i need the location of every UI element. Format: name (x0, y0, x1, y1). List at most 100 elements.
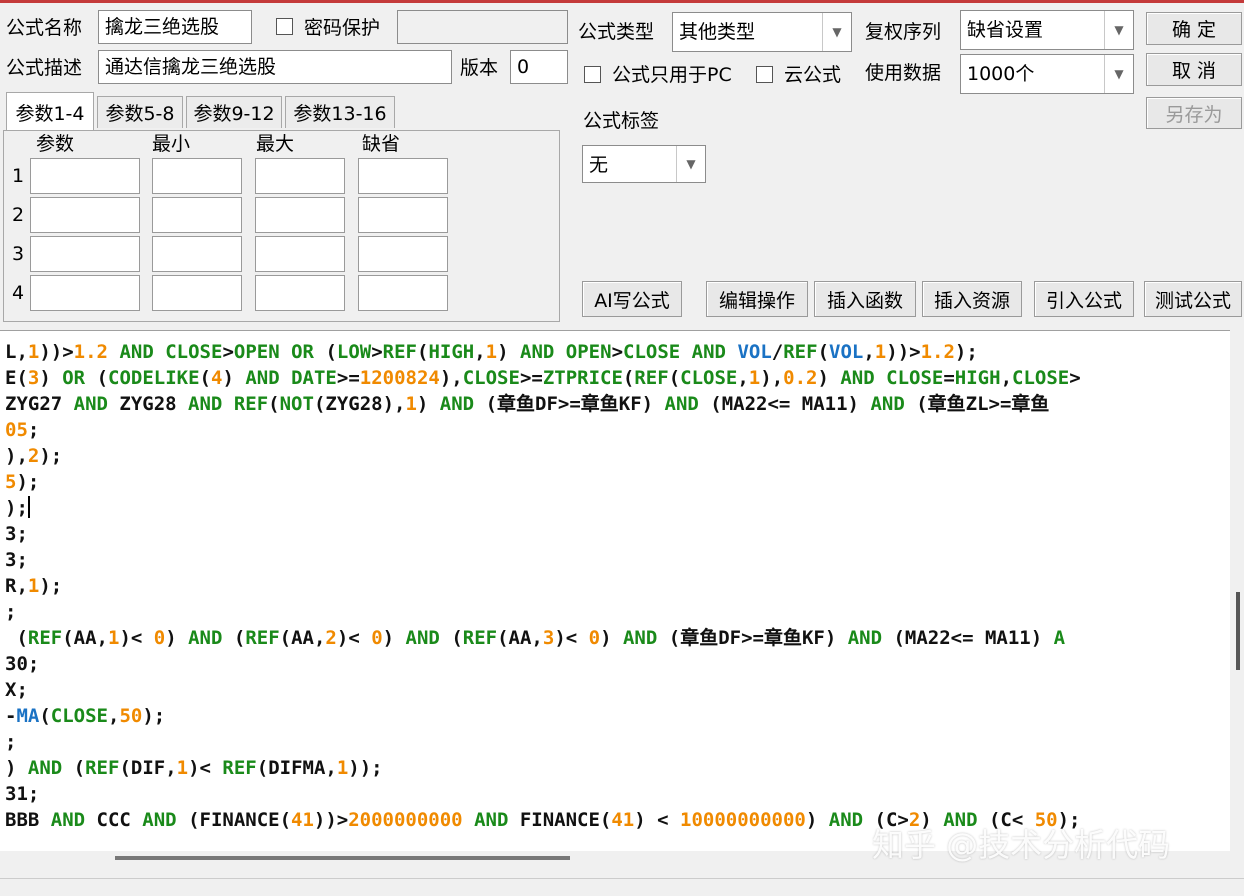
param-input-cell[interactable] (358, 275, 448, 311)
formula-type-select[interactable]: 其他类型 ▼ (672, 12, 852, 52)
param-input-cell[interactable] (358, 236, 448, 272)
param-input-cell[interactable] (30, 158, 140, 194)
version-input[interactable]: 0 (510, 50, 568, 84)
code-token: VOL (737, 341, 772, 363)
param-input-cell[interactable] (358, 197, 448, 233)
code-line[interactable]: 31; (5, 781, 1081, 807)
param-input-cell[interactable] (152, 197, 242, 233)
insert-resource-button[interactable]: 插入资源 (922, 281, 1022, 317)
code-line[interactable]: 05; (5, 417, 1081, 443)
code-token: > (1069, 367, 1081, 389)
import-formula-button[interactable]: 引入公式 (1034, 281, 1134, 317)
code-token: ( (268, 393, 280, 415)
param-input-cell[interactable] (358, 158, 448, 194)
code-line[interactable]: R,1); (5, 573, 1081, 599)
param-input-cell[interactable] (30, 275, 140, 311)
insert-function-button[interactable]: 插入函数 (814, 281, 916, 317)
code-token: ( (417, 341, 429, 363)
param-input-cell[interactable] (255, 236, 345, 272)
code-line[interactable]: 30; (5, 651, 1081, 677)
code-token: ) (39, 367, 63, 389)
code-token: REF (245, 627, 280, 649)
param-input-cell[interactable] (30, 236, 140, 272)
code-token: , (108, 705, 120, 727)
code-line[interactable]: ; (5, 599, 1081, 625)
code-token: FINANCE( (508, 809, 612, 831)
code-token: 1 (748, 367, 761, 389)
code-line[interactable]: (REF(AA,1)< 0) AND (REF(AA,2)< 0) AND (R… (5, 625, 1081, 651)
code-line[interactable]: ; (5, 729, 1081, 755)
param-input-cell[interactable] (255, 275, 345, 311)
code-line[interactable]: X; (5, 677, 1081, 703)
horizontal-scrollbar-thumb[interactable] (115, 856, 570, 860)
code-token: )< (554, 627, 589, 649)
code-line[interactable]: 3; (5, 521, 1081, 547)
code-token: ZYG28 (107, 393, 189, 415)
tab-params-13-16[interactable]: 参数13-16 (285, 96, 395, 128)
chevron-down-icon[interactable]: ▼ (676, 146, 705, 182)
param-input-cell[interactable] (152, 236, 242, 272)
cloud-formula-checkbox[interactable] (756, 66, 773, 83)
code-token: 2000000000 (348, 809, 463, 831)
password-protect-checkbox[interactable] (276, 18, 293, 35)
code-line[interactable]: ); (5, 495, 1081, 521)
code-token: )< (119, 627, 154, 649)
code-token: > (611, 341, 624, 363)
formula-name-input[interactable]: 擒龙三绝选股 (98, 10, 252, 44)
param-input-cell[interactable] (152, 275, 242, 311)
formula-tag-select[interactable]: 无 ▼ (582, 145, 706, 183)
param-input-cell[interactable] (152, 158, 242, 194)
code-line[interactable]: 3; (5, 547, 1081, 573)
code-token: ) (5, 757, 28, 779)
vertical-scrollbar-thumb[interactable] (1236, 592, 1240, 670)
chevron-down-icon[interactable]: ▼ (822, 13, 851, 51)
code-text[interactable]: L,1))>1.2 AND CLOSE>OPEN OR (LOW>REF(HIG… (5, 339, 1081, 833)
formula-type-value: 其他类型 (679, 21, 756, 43)
tab-params-9-12[interactable]: 参数9-12 (186, 96, 282, 128)
code-token: AND (474, 809, 509, 831)
edit-operations-button[interactable]: 编辑操作 (706, 281, 808, 317)
save-as-button[interactable]: 另存为 (1146, 97, 1242, 129)
code-token: 41 (291, 809, 314, 831)
formula-desc-input[interactable]: 通达信擒龙三绝选股 (98, 50, 452, 84)
chevron-down-icon[interactable]: ▼ (1104, 55, 1133, 93)
ai-write-formula-button[interactable]: AI写公式 (582, 281, 682, 317)
code-line[interactable]: L,1))>1.2 AND CLOSE>OPEN OR (LOW>REF(HIG… (5, 339, 1081, 365)
param-input-cell[interactable] (30, 197, 140, 233)
code-token: DATE (291, 367, 337, 389)
code-token: >= (336, 367, 360, 389)
use-data-select[interactable]: 1000个 ▼ (960, 54, 1134, 94)
code-line[interactable]: ),2); (5, 443, 1081, 469)
tab-params-1-4[interactable]: 参数1-4 (6, 92, 94, 132)
code-token: 1200824 (359, 367, 440, 389)
pc-only-checkbox[interactable] (584, 66, 601, 83)
code-token: (ZYG28), (313, 393, 406, 415)
code-token: AND (27, 757, 63, 779)
code-token: 1 (27, 341, 40, 363)
code-token: ) (382, 627, 406, 649)
code-token: 10000000000 (680, 809, 806, 831)
chevron-down-icon[interactable]: ▼ (1104, 11, 1133, 49)
code-line[interactable]: E(3) OR (CODELIKE(4) AND DATE>=1200824),… (5, 365, 1081, 391)
tab-params-5-8[interactable]: 参数5-8 (97, 96, 183, 128)
code-line[interactable]: ) AND (REF(DIF,1)< REF(DIFMA,1)); (5, 755, 1081, 781)
code-token: ( (622, 367, 635, 389)
formula-desc-label: 公式描述 (6, 57, 83, 79)
code-editor[interactable]: L,1))>1.2 AND CLOSE>OPEN OR (LOW>REF(HIG… (0, 330, 1230, 851)
param-input-cell[interactable] (255, 158, 345, 194)
code-token: (MA22<= MA11) (882, 627, 1054, 649)
test-formula-button[interactable]: 测试公式 (1144, 281, 1242, 317)
rights-series-select[interactable]: 缺省设置 ▼ (960, 10, 1134, 50)
param-input-cell[interactable] (255, 197, 345, 233)
code-line[interactable]: 5); (5, 469, 1081, 495)
code-token: ), (5, 445, 28, 467)
vertical-scrollbar[interactable] (1230, 330, 1244, 850)
code-line[interactable]: ZYG27 AND ZYG28 AND REF(NOT(ZYG28),1) AN… (5, 391, 1081, 417)
ok-button[interactable]: 确 定 (1146, 12, 1242, 45)
cancel-button[interactable]: 取 消 (1146, 53, 1242, 86)
code-line[interactable]: -MA(CLOSE,50); (5, 703, 1081, 729)
param-col-header: 参数 (36, 133, 75, 155)
password-input[interactable] (397, 10, 568, 44)
